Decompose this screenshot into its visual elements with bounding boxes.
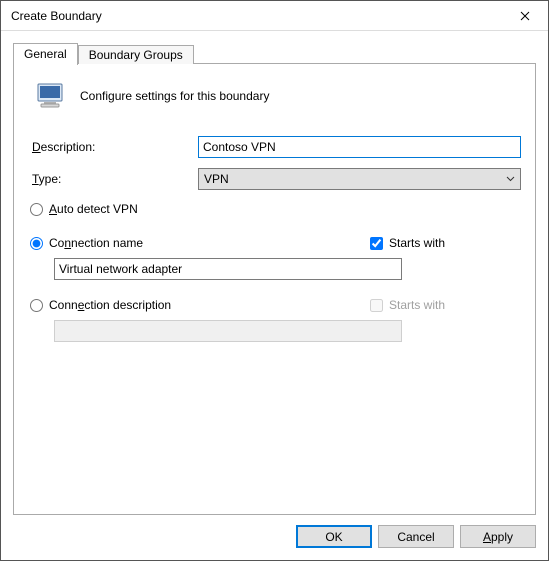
- connection-description-input-wrap: [54, 320, 402, 342]
- connection-name-label: Connection name: [49, 236, 143, 250]
- vpn-options: Auto detect VPN Connection name Starts w…: [30, 202, 521, 342]
- close-icon: [520, 11, 530, 21]
- cancel-button[interactable]: Cancel: [378, 525, 454, 548]
- description-row: Description:: [28, 136, 521, 158]
- tabstrip: General Boundary Groups: [13, 43, 536, 64]
- computer-icon: [34, 80, 66, 112]
- starts-with-desc-row: Starts with: [370, 298, 445, 312]
- type-row: Type: VPN: [28, 168, 521, 190]
- type-value: VPN: [204, 172, 229, 186]
- connection-name-radio[interactable]: [30, 237, 43, 250]
- connection-name-input[interactable]: [54, 258, 402, 280]
- ok-button[interactable]: OK: [296, 525, 372, 548]
- connection-description-label: Connection description: [49, 298, 171, 312]
- dialog-buttons: OK Cancel Apply: [1, 515, 548, 560]
- type-label: Type:: [28, 172, 198, 186]
- dialog-window: Create Boundary General Boundary Groups: [0, 0, 549, 561]
- starts-with-name-row: Starts with: [370, 236, 445, 250]
- chevron-down-icon: [506, 174, 515, 185]
- auto-detect-label: Auto detect VPN: [49, 202, 138, 216]
- window-title: Create Boundary: [11, 9, 102, 23]
- starts-with-desc-label: Starts with: [389, 298, 445, 312]
- tab-general[interactable]: General: [13, 43, 78, 65]
- starts-with-name-checkbox[interactable]: [370, 237, 383, 250]
- description-label: Description:: [28, 140, 198, 154]
- close-button[interactable]: [502, 1, 548, 31]
- starts-with-desc-checkbox: [370, 299, 383, 312]
- connection-description-radio[interactable]: [30, 299, 43, 312]
- intro-row: Configure settings for this boundary: [34, 80, 521, 112]
- auto-detect-row: Auto detect VPN: [30, 202, 521, 216]
- connection-name-input-wrap: [54, 258, 402, 280]
- tab-boundary-groups[interactable]: Boundary Groups: [78, 45, 194, 64]
- type-select[interactable]: VPN: [198, 168, 521, 190]
- connection-description-input: [54, 320, 402, 342]
- intro-text: Configure settings for this boundary: [80, 89, 269, 103]
- connection-name-row: Connection name Starts with: [30, 236, 521, 250]
- connection-description-row: Connection description Starts with: [30, 298, 521, 312]
- description-input[interactable]: [198, 136, 521, 158]
- content-area: General Boundary Groups Configure settin…: [1, 31, 548, 515]
- titlebar: Create Boundary: [1, 1, 548, 31]
- auto-detect-radio[interactable]: [30, 203, 43, 216]
- starts-with-name-label: Starts with: [389, 236, 445, 250]
- tab-panel-general: Configure settings for this boundary Des…: [13, 63, 536, 515]
- apply-button[interactable]: Apply: [460, 525, 536, 548]
